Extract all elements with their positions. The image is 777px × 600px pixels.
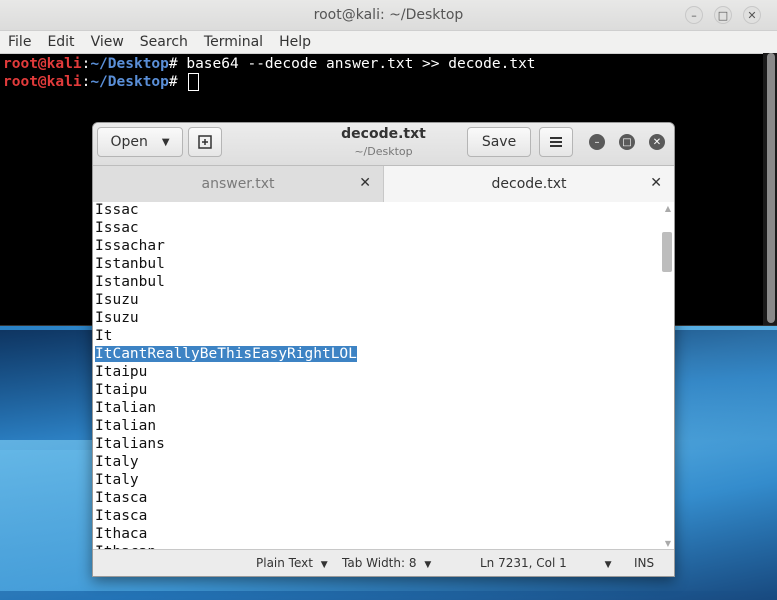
line-text: Italian: [95, 400, 157, 416]
chevron-down-icon: ▼: [424, 560, 432, 570]
line-text: Istanbul: [95, 256, 165, 272]
close-icon[interactable]: ✕: [650, 175, 662, 191]
text-line[interactable]: Ithaca: [95, 525, 672, 543]
terminal-line: root@kali:~/Desktop# base64 --decode ans…: [3, 56, 536, 72]
document-title: decode.txt: [341, 126, 426, 142]
line-text: Itaipu: [95, 382, 148, 398]
line-text: It: [95, 328, 113, 344]
terminal-cursor: [188, 73, 200, 91]
line-text: Italy: [95, 454, 139, 470]
scrollbar-thumb[interactable]: [767, 53, 775, 323]
line-text: Istanbul: [95, 274, 165, 290]
language-selector[interactable]: Plain Text ▼: [256, 556, 328, 570]
terminal-line: root@kali:~/Desktop#: [3, 73, 774, 91]
scrollbar-thumb[interactable]: [662, 232, 672, 272]
text-line[interactable]: Isuzu: [95, 309, 672, 327]
text-line[interactable]: Itasca: [95, 507, 672, 525]
line-text: ItCantReallyBeThisEasyRightLOL: [95, 346, 357, 362]
prompt-path: ~/Desktop: [90, 56, 169, 72]
tab-bar: answer.txt ✕ decode.txt ✕: [93, 166, 674, 203]
text-line[interactable]: Issac: [95, 219, 672, 237]
tab-decode-txt[interactable]: decode.txt ✕: [384, 166, 674, 202]
gedit-headerbar[interactable]: Open ▼ decode.txt ~/Desktop Save – □ ✕: [93, 123, 674, 166]
maximize-icon[interactable]: □: [714, 6, 732, 24]
tab-answer-txt[interactable]: answer.txt ✕: [93, 166, 384, 202]
line-text: Issac: [95, 220, 139, 236]
prompt-user: root@kali: [3, 74, 82, 90]
gedit-window[interactable]: Open ▼ decode.txt ~/Desktop Save – □ ✕ a…: [92, 122, 675, 577]
maximize-icon[interactable]: □: [619, 134, 635, 150]
text-line[interactable]: Itaipu: [95, 381, 672, 399]
scroll-up-icon[interactable]: ▲: [665, 204, 671, 213]
close-icon[interactable]: ✕: [649, 134, 665, 150]
prompt-path: ~/Desktop: [90, 74, 169, 90]
line-text: Isuzu: [95, 310, 139, 326]
text-line[interactable]: Italian: [95, 399, 672, 417]
menu-edit[interactable]: Edit: [39, 34, 82, 50]
terminal-output[interactable]: root@kali:~/Desktop# base64 --decode ans…: [0, 54, 777, 92]
line-text: Italian: [95, 418, 157, 434]
text-editor[interactable]: Issac Issac Issachar Istanbul Istanbul Isuzu I…: [93, 202, 674, 550]
text-line[interactable]: Issachar: [95, 237, 672, 255]
line-text: Itaipu: [95, 364, 148, 380]
text-line[interactable]: Itasca: [95, 489, 672, 507]
menu-view[interactable]: View: [83, 34, 132, 50]
terminal-command: #: [168, 74, 187, 90]
text-line[interactable]: Italy: [95, 453, 672, 471]
text-line[interactable]: Istanbul: [95, 255, 672, 273]
status-bar: Plain Text ▼ Tab Width: 8 ▼ Ln 7231, Col…: [93, 549, 674, 576]
position-label: Ln 7231, Col 1: [480, 556, 567, 570]
text-line[interactable]: Italians: [95, 435, 672, 453]
tab-label: decode.txt: [491, 176, 567, 192]
scroll-down-icon[interactable]: ▼: [665, 539, 671, 548]
menu-terminal[interactable]: Terminal: [196, 34, 271, 50]
menu-search[interactable]: Search: [132, 34, 196, 50]
tab-label: answer.txt: [201, 176, 275, 192]
line-text: Ithaca: [95, 526, 148, 542]
menu-help[interactable]: Help: [271, 34, 319, 50]
terminal-command: # base64 --decode answer.txt >> decode.t…: [168, 56, 536, 72]
minimize-icon[interactable]: –: [589, 134, 605, 150]
line-text: Itasca: [95, 508, 148, 524]
menu-button[interactable]: [539, 127, 573, 157]
line-text: Issachar: [95, 238, 165, 254]
chevron-down-icon: ▼: [320, 560, 328, 570]
terminal-menubar: File Edit View Search Terminal Help: [0, 31, 777, 54]
text-line[interactable]: Itaipu: [95, 363, 672, 381]
save-label: Save: [481, 134, 517, 150]
hamburger-icon: [550, 137, 562, 147]
line-text: Itasca: [95, 490, 148, 506]
line-text: Issac: [95, 202, 139, 218]
terminal-title: root@kali: ~/Desktop: [313, 7, 464, 23]
text-line[interactable]: Issac: [95, 202, 672, 219]
close-icon[interactable]: ✕: [743, 6, 761, 24]
insert-mode: INS: [634, 556, 655, 570]
tab-width-label: Tab Width: 8: [342, 556, 417, 570]
terminal-titlebar[interactable]: root@kali: ~/Desktop – □ ✕: [0, 0, 777, 31]
line-text: Italy: [95, 472, 139, 488]
minimize-icon[interactable]: –: [685, 6, 703, 24]
text-line[interactable]: It: [95, 327, 672, 345]
text-line[interactable]: Isuzu: [95, 291, 672, 309]
menu-file[interactable]: File: [0, 34, 39, 50]
text-line[interactable]: Italian: [95, 417, 672, 435]
text-line[interactable]: Istanbul: [95, 273, 672, 291]
editor-lines[interactable]: Issac Issac Issachar Istanbul Istanbul Isuzu I…: [93, 202, 674, 550]
save-button[interactable]: Save: [467, 127, 531, 157]
cursor-position[interactable]: Ln 7231, Col 1 ▼: [480, 556, 612, 570]
chevron-down-icon: ▼: [604, 560, 612, 570]
editor-scrollbar[interactable]: ▲ ▼: [660, 202, 674, 550]
text-line[interactable]: Italy: [95, 471, 672, 489]
selected-text-line[interactable]: ItCantReallyBeThisEasyRightLOL: [95, 345, 672, 363]
prompt-user: root@kali: [3, 56, 82, 72]
close-icon[interactable]: ✕: [359, 175, 371, 191]
terminal-scrollbar[interactable]: [763, 53, 777, 325]
line-text: Isuzu: [95, 292, 139, 308]
language-label: Plain Text: [256, 556, 313, 570]
document-path: ~/Desktop: [354, 145, 413, 158]
tab-width-selector[interactable]: Tab Width: 8 ▼: [342, 556, 431, 570]
line-text: Italians: [95, 436, 165, 452]
